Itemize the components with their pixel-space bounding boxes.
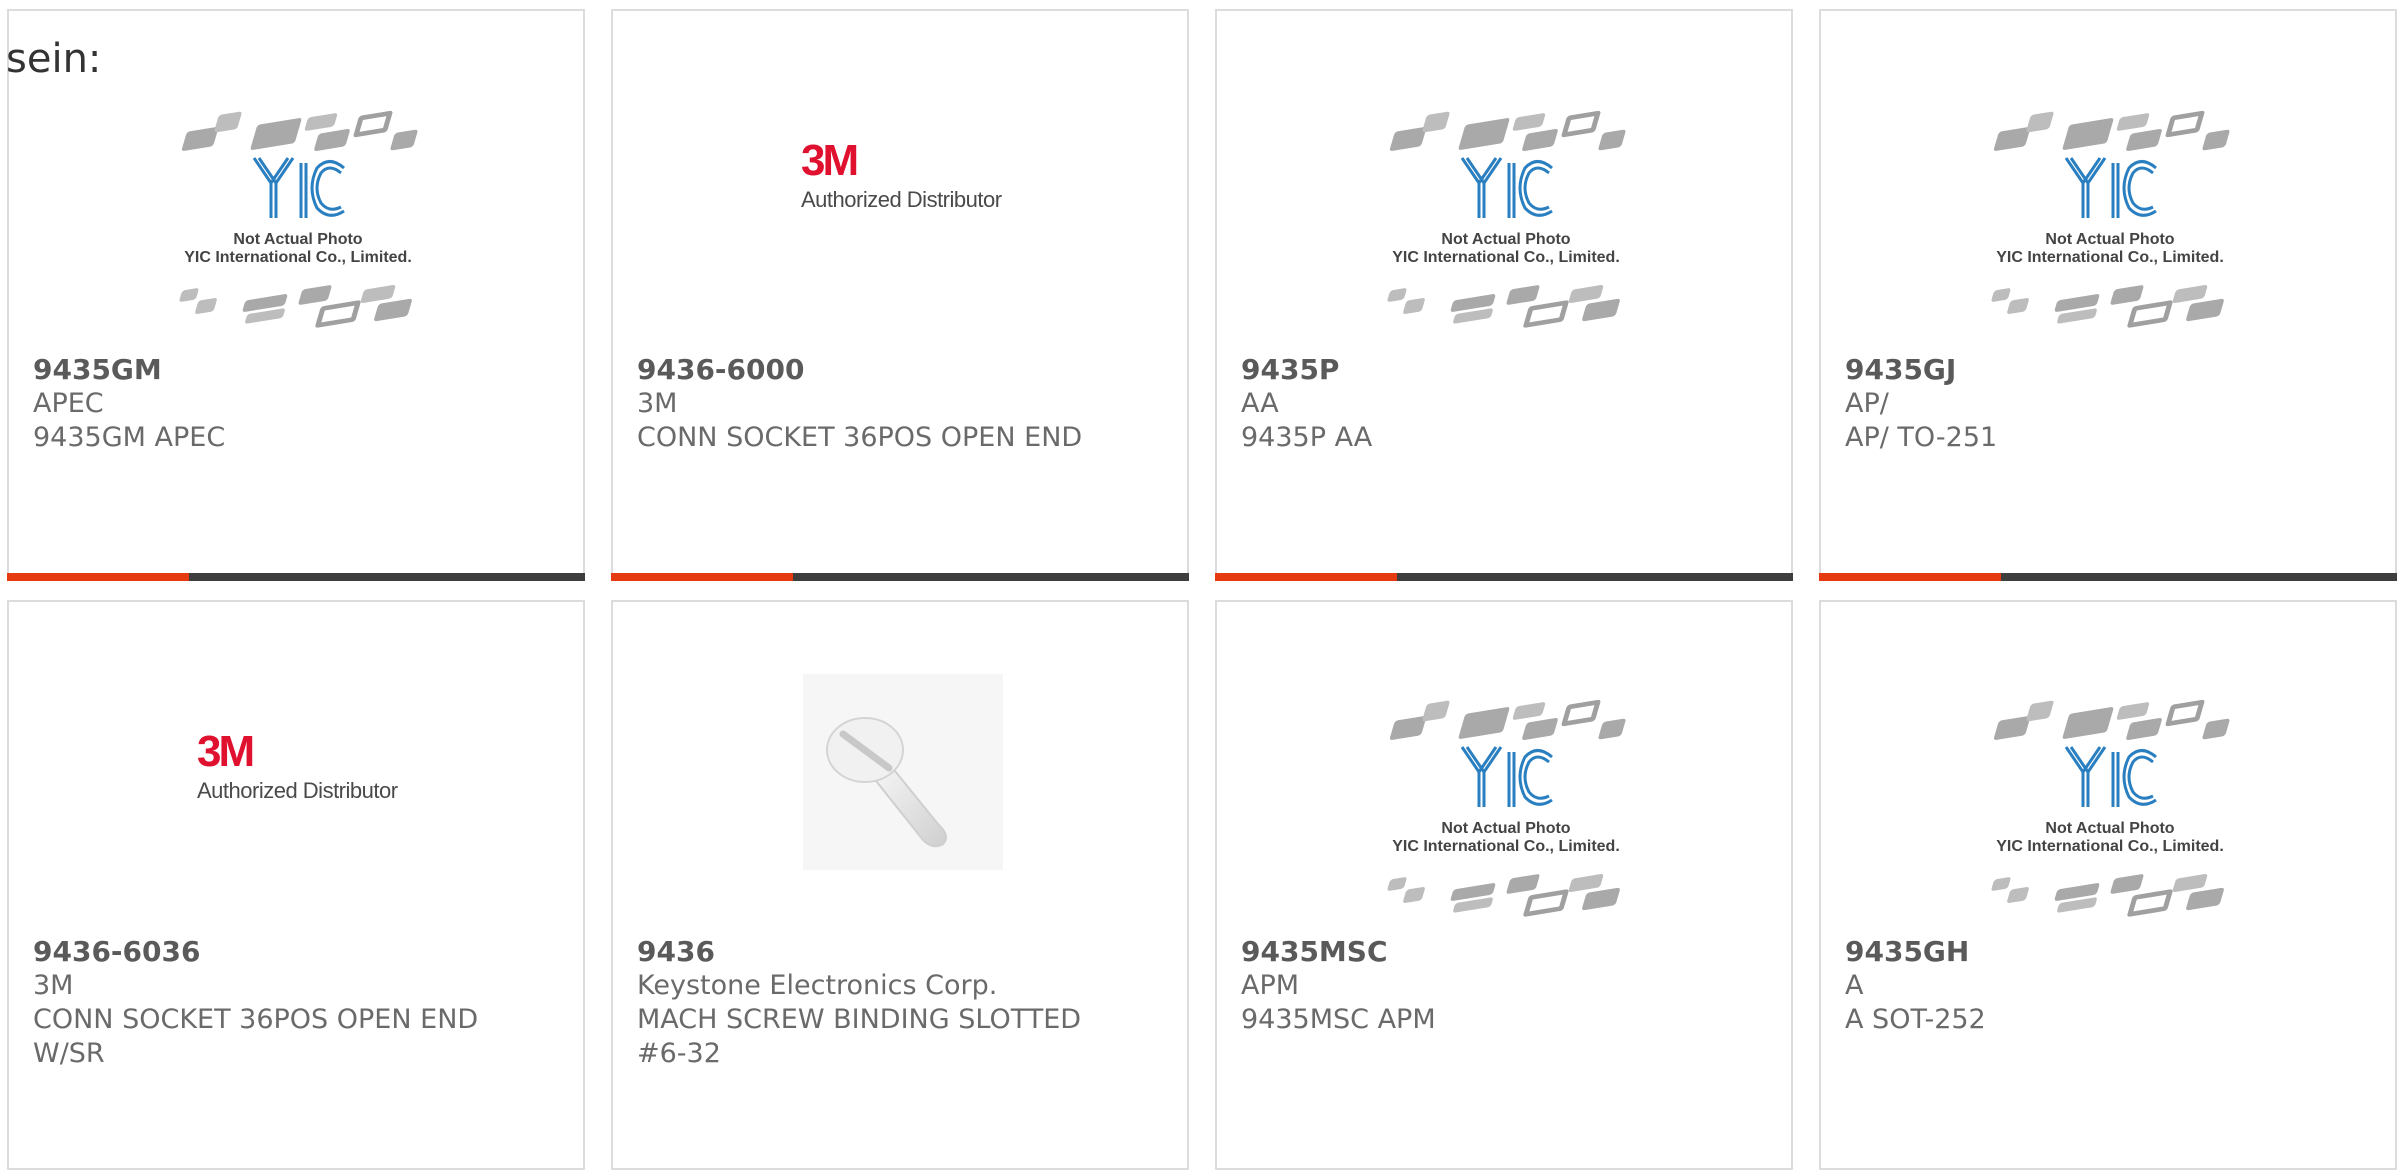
yic-placeholder-image: Not Actual Photo YIC International Co., … xyxy=(1979,101,2241,339)
manufacturer: 3M xyxy=(33,970,74,1001)
manufacturer: APM xyxy=(1241,970,1300,1001)
card-bottom-bar xyxy=(1819,573,2397,581)
product-info: 9435GJ AP/ AP/ TO-251 xyxy=(1845,353,1997,455)
product-image-placeholder: Not Actual Photo YIC International Co., … xyxy=(167,101,429,339)
product-card[interactable]: Not Actual Photo YIC International Co., … xyxy=(1215,600,1793,1170)
product-grid: Not Actual Photo YIC International Co., … xyxy=(0,0,2400,1170)
overlay-text: sein: xyxy=(6,36,102,82)
yic-placeholder-image: Not Actual Photo YIC International Co., … xyxy=(1979,690,2241,928)
yic-logo-icon xyxy=(2064,746,2157,807)
card-accent xyxy=(1215,573,1397,581)
3m-logo-icon: 3M xyxy=(197,727,255,776)
manufacturer: 3M xyxy=(637,388,678,419)
manufacturer: APEC xyxy=(33,388,104,419)
yic-logo-icon xyxy=(2064,157,2157,218)
product-info: 9436 Keystone Electronics Corp. MACH SCR… xyxy=(637,935,1081,1071)
manufacturer: AP/ xyxy=(1845,388,1889,419)
manufacturer: Keystone Electronics Corp. xyxy=(637,970,998,1001)
screw-icon xyxy=(826,717,948,848)
description: CONN SOCKET 36POS OPEN END W/SR xyxy=(33,1004,479,1069)
part-number[interactable]: 9436 xyxy=(637,935,1081,969)
card-accent xyxy=(7,573,189,581)
product-info: 9435P AA 9435P AA xyxy=(1241,353,1372,455)
placeholder-line2: YIC International Co., Limited. xyxy=(1392,249,1620,266)
description: 9435P AA xyxy=(1241,422,1373,453)
product-card[interactable]: Not Actual Photo YIC International Co., … xyxy=(1819,600,2397,1170)
placeholder-line1: Not Actual Photo xyxy=(2045,231,2175,248)
part-number[interactable]: 9435GM xyxy=(33,353,225,387)
part-number[interactable]: 9435GJ xyxy=(1845,353,1997,387)
3m-logo-icon: 3M xyxy=(801,136,859,185)
product-image-placeholder: Not Actual Photo YIC International Co., … xyxy=(1375,101,1637,339)
product-image-placeholder: Not Actual Photo YIC International Co., … xyxy=(1375,690,1637,928)
product-card[interactable]: Not Actual Photo YIC International Co., … xyxy=(1215,9,1793,581)
description: CONN SOCKET 36POS OPEN END xyxy=(637,422,1083,453)
product-card[interactable]: Not Actual Photo YIC International Co., … xyxy=(1819,9,2397,581)
part-number[interactable]: 9435MSC xyxy=(1241,935,1436,969)
description: 9435MSC APM xyxy=(1241,1004,1436,1035)
card-accent xyxy=(1819,573,2001,581)
card-bottom-bar xyxy=(7,573,585,581)
product-image-placeholder: Not Actual Photo YIC International Co., … xyxy=(1979,101,2241,339)
part-number[interactable]: 9435GH xyxy=(1845,935,1986,969)
yic-logo-icon xyxy=(1460,157,1553,218)
product-card[interactable]: 3M Authorized Distributor 9436-6036 3M C… xyxy=(7,600,585,1170)
yic-logo-icon xyxy=(1460,746,1553,807)
product-card[interactable]: 9436 Keystone Electronics Corp. MACH SCR… xyxy=(611,600,1189,1170)
placeholder-line1: Not Actual Photo xyxy=(2045,820,2175,837)
placeholder-line1: Not Actual Photo xyxy=(1441,231,1571,248)
yic-placeholder-image: Not Actual Photo YIC International Co., … xyxy=(167,101,429,339)
brand-logo-subtitle: Authorized Distributor xyxy=(197,778,398,803)
brand-logo: 3M Authorized Distributor xyxy=(197,730,407,810)
product-photo xyxy=(803,674,1003,870)
yic-placeholder-image: Not Actual Photo YIC International Co., … xyxy=(1375,690,1637,928)
product-image-placeholder: Not Actual Photo YIC International Co., … xyxy=(1979,690,2241,928)
product-info: 9436-6000 3M CONN SOCKET 36POS OPEN END xyxy=(637,353,1082,455)
card-accent xyxy=(611,573,793,581)
manufacturer: AA xyxy=(1241,388,1279,419)
product-info: 9435MSC APM 9435MSC APM xyxy=(1241,935,1436,1037)
product-card[interactable]: Not Actual Photo YIC International Co., … xyxy=(7,9,585,581)
placeholder-line2: YIC International Co., Limited. xyxy=(1996,249,2224,266)
placeholder-line2: YIC International Co., Limited. xyxy=(184,249,412,266)
placeholder-line2: YIC International Co., Limited. xyxy=(1996,838,2224,855)
product-card[interactable]: 3M Authorized Distributor 9436-6000 3M C… xyxy=(611,9,1189,581)
product-info: 9435GH A A SOT-252 xyxy=(1845,935,1986,1037)
card-bottom-bar xyxy=(611,573,1189,581)
placeholder-line2: YIC International Co., Limited. xyxy=(1392,838,1620,855)
yic-logo-icon xyxy=(252,157,345,218)
placeholder-line1: Not Actual Photo xyxy=(1441,820,1571,837)
product-info: 9436-6036 3M CONN SOCKET 36POS OPEN END … xyxy=(33,935,478,1071)
product-info: 9435GM APEC 9435GM APEC xyxy=(33,353,225,455)
brand-logo-subtitle: Authorized Distributor xyxy=(801,187,1002,212)
description: 9435GM APEC xyxy=(33,422,226,453)
description: MACH SCREW BINDING SLOTTED #6-32 xyxy=(637,1004,1082,1069)
yic-placeholder-image: Not Actual Photo YIC International Co., … xyxy=(1375,101,1637,339)
part-number[interactable]: 9436-6000 xyxy=(637,353,1082,387)
card-bottom-bar xyxy=(1215,573,1793,581)
brand-logo: 3M Authorized Distributor xyxy=(801,139,1011,219)
manufacturer: A xyxy=(1845,970,1864,1001)
part-number[interactable]: 9436-6036 xyxy=(33,935,478,969)
description: A SOT-252 xyxy=(1845,1004,1986,1035)
placeholder-line1: Not Actual Photo xyxy=(233,231,363,248)
description: AP/ TO-251 xyxy=(1845,422,1998,453)
part-number[interactable]: 9435P xyxy=(1241,353,1372,387)
